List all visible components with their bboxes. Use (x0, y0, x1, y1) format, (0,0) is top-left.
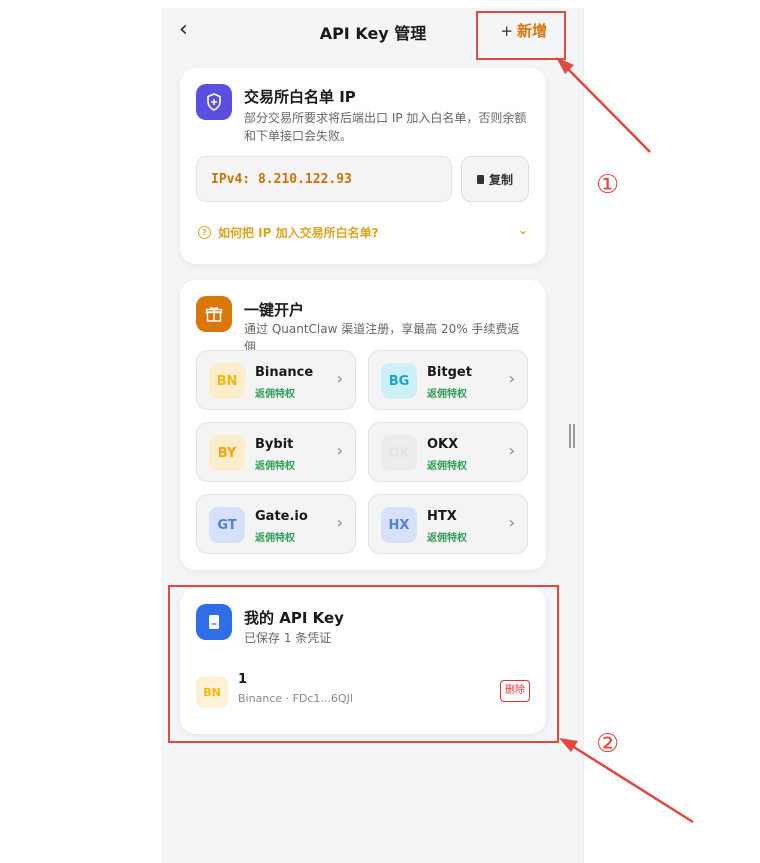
annotation-arrows (556, 57, 694, 824)
arrow-head-two (559, 738, 578, 752)
arrow-line-two (568, 742, 694, 824)
arrow-line-one (564, 65, 651, 153)
